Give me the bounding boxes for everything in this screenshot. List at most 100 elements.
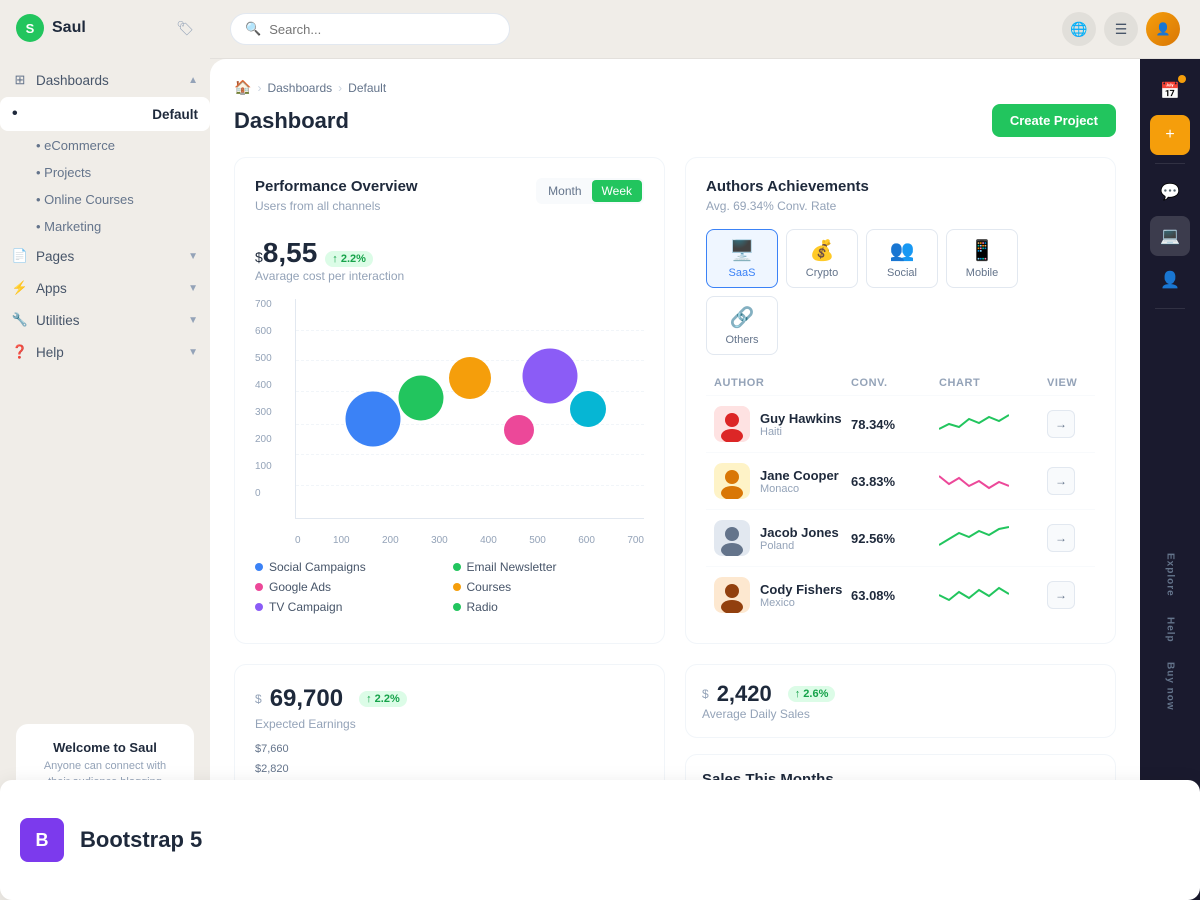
- y-axis: 700 600 500 400 300 200 100 0: [255, 299, 272, 499]
- buy-now-label[interactable]: Buy now: [1165, 662, 1176, 711]
- tab-month[interactable]: Month: [538, 180, 591, 202]
- sidebar-item-help[interactable]: ❓ Help ▼: [0, 336, 210, 368]
- bootstrap-text: Bootstrap 5: [80, 827, 202, 853]
- tab-saas[interactable]: 🖥️ SaaS: [706, 229, 778, 288]
- messages-button[interactable]: ☰: [1104, 12, 1138, 46]
- sidebar-item-online-courses[interactable]: • Online Courses: [0, 186, 210, 213]
- view-button-jacob[interactable]: →: [1047, 524, 1075, 552]
- avatar-guy: [714, 406, 750, 442]
- earnings-value: 69,700: [270, 685, 343, 713]
- breadcrumb: 🏠 › Dashboards › Default: [234, 79, 1116, 96]
- chart-jane: [939, 466, 1039, 496]
- metric-badge: ↑ 2.2%: [325, 251, 373, 267]
- dashboard-grid: Performance Overview Users from all chan…: [234, 157, 1116, 644]
- saas-icon: 🖥️: [730, 238, 755, 263]
- author-row-guy: Guy Hawkins Haiti 78.34% →: [706, 395, 1095, 452]
- chart-legend: Social Campaigns Email Newsletter Google…: [255, 560, 644, 614]
- user-button[interactable]: 👤: [1150, 260, 1190, 300]
- divider-2: [1155, 308, 1185, 309]
- sidebar-item-help-label: Help: [36, 345, 64, 360]
- legend-tv: TV Campaign: [255, 600, 447, 614]
- tab-week[interactable]: Week: [592, 180, 642, 202]
- authors-card: Authors Achievements Avg. 69.34% Conv. R…: [685, 157, 1116, 644]
- daily-sales-label: Average Daily Sales: [702, 707, 1099, 721]
- tab-others[interactable]: 🔗 Others: [706, 296, 778, 355]
- calendar-button[interactable]: 📅: [1150, 71, 1190, 111]
- sidebar-item-apps[interactable]: ⚡ Apps ▼: [0, 272, 210, 304]
- view-button-cody[interactable]: →: [1047, 581, 1075, 609]
- metric-value: 8,55: [263, 237, 318, 269]
- view-button-jane[interactable]: →: [1047, 467, 1075, 495]
- sidebar-nav: ⊞ Dashboards ▲ Default • eCommerce • Pro…: [0, 56, 210, 708]
- performance-card: Performance Overview Users from all chan…: [234, 157, 665, 644]
- search-input[interactable]: [269, 22, 495, 37]
- crypto-icon: 💰: [810, 238, 835, 263]
- add-button[interactable]: +: [1150, 115, 1190, 155]
- sidebar-footer: Welcome to Saul Anyone can connect with …: [0, 708, 210, 900]
- chart-cody: [939, 580, 1039, 610]
- page-header: Dashboard Create Project: [234, 104, 1116, 137]
- author-row-cody: Cody Fishers Mexico 63.08% →: [706, 566, 1095, 623]
- breadcrumb-dashboards-link[interactable]: Dashboards: [267, 81, 332, 95]
- dollar-sign: $: [255, 249, 263, 265]
- apps-icon: ⚡: [12, 280, 28, 296]
- sidebar: S Saul 🏷 ⊞ Dashboards ▲ Default • eComme…: [0, 0, 210, 900]
- sidebar-item-default[interactable]: Default: [0, 97, 210, 131]
- gridline: [296, 454, 644, 455]
- sidebar-item-dashboards[interactable]: ⊞ Dashboards ▲: [0, 64, 210, 96]
- x-axis: 0 100 200 300 400 500 600 700: [295, 531, 644, 546]
- earnings-label: Expected Earnings: [255, 717, 644, 731]
- search-box[interactable]: 🔍: [230, 13, 510, 45]
- authors-title: Authors Achievements: [706, 178, 1095, 195]
- legend-email: Email Newsletter: [453, 560, 645, 574]
- app-logo: S Saul: [16, 14, 86, 42]
- sidebar-item-pages[interactable]: 📄 Pages ▼: [0, 240, 210, 272]
- legend-dot-tv: [255, 603, 263, 611]
- breadcrumb-home-icon[interactable]: 🏠: [234, 79, 251, 96]
- sidebar-item-projects[interactable]: • Projects: [0, 159, 210, 186]
- sidebar-item-marketing[interactable]: • Marketing: [0, 213, 210, 240]
- earnings-badge: ↑ 2.2%: [359, 691, 407, 707]
- sidebar-collapse-button[interactable]: 🏷: [176, 20, 194, 37]
- chat-button[interactable]: 💬: [1150, 172, 1190, 212]
- chevron-up-icon: ▲: [188, 75, 198, 86]
- sidebar-item-ecommerce[interactable]: • eCommerce: [0, 132, 210, 159]
- bubble-chart: [295, 299, 644, 519]
- legend-radio: Radio: [453, 600, 645, 614]
- help-label[interactable]: Help: [1165, 617, 1176, 643]
- tab-mobile[interactable]: 📱 Mobile: [946, 229, 1018, 288]
- user-avatar-button[interactable]: 👤: [1146, 12, 1180, 46]
- sidebar-item-apps-label: Apps: [36, 281, 67, 296]
- notification-button[interactable]: 🌐: [1062, 12, 1096, 46]
- chevron-down-icon-apps: ▼: [188, 283, 198, 294]
- divider-1: [1155, 163, 1185, 164]
- create-project-button[interactable]: Create Project: [992, 104, 1116, 137]
- chevron-down-icon-help: ▼: [188, 347, 198, 358]
- tab-social[interactable]: 👥 Social: [866, 229, 938, 288]
- authors-subtitle: Avg. 69.34% Conv. Rate: [706, 199, 1095, 213]
- explore-label[interactable]: Explore: [1165, 553, 1176, 597]
- topbar: 🔍 🌐 ☰ 👤: [210, 0, 1200, 59]
- chart-jacob: [939, 523, 1039, 553]
- welcome-title: Welcome to Saul: [32, 740, 178, 755]
- perf-metric: $ 8,55 ↑ 2.2%: [255, 237, 644, 269]
- legend-social: Social Campaigns: [255, 560, 447, 574]
- gridline: [296, 330, 644, 331]
- breadcrumb-current: Default: [348, 81, 386, 95]
- daily-sales-value: 2,420: [717, 681, 772, 707]
- main-content: 🔍 🌐 ☰ 👤 🏠 › Dashboards › Default Dashboa…: [210, 0, 1200, 900]
- pages-icon: 📄: [12, 248, 28, 264]
- legend-dot-social: [255, 563, 263, 571]
- dashboard-main: 🏠 › Dashboards › Default Dashboard Creat…: [210, 59, 1140, 900]
- legend-dot-google: [255, 583, 263, 591]
- sidebar-header: S Saul 🏷: [0, 0, 210, 56]
- sidebar-item-utilities[interactable]: 🔧 Utilities ▼: [0, 304, 210, 336]
- code-button[interactable]: 💻: [1150, 216, 1190, 256]
- view-button-guy[interactable]: →: [1047, 410, 1075, 438]
- calendar-badge: [1178, 75, 1186, 83]
- social-icon: 👥: [890, 238, 915, 263]
- bootstrap-overlay: B Bootstrap 5: [0, 780, 210, 900]
- bubble-social: [345, 392, 400, 447]
- right-sidebar: 📅 + 💬 💻 👤 Explore Help Buy now: [1140, 59, 1200, 900]
- tab-crypto[interactable]: 💰 Crypto: [786, 229, 858, 288]
